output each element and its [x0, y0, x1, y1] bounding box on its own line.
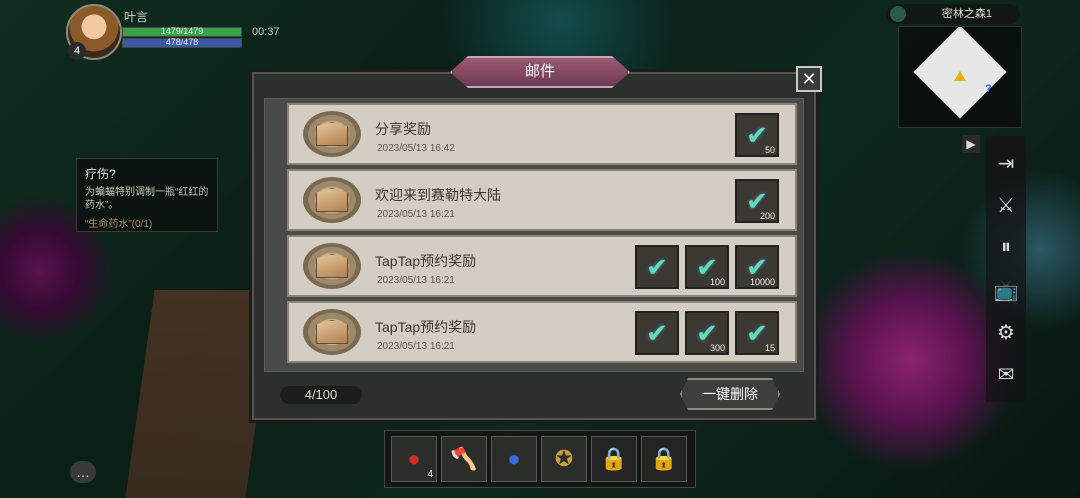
expand-arrow-icon[interactable]: ▶ — [962, 135, 980, 153]
reward-count: 10000 — [749, 277, 775, 287]
hotbar-slot-axe[interactable]: 🪓 — [441, 436, 487, 482]
reward-item[interactable]: ✔ 100 — [685, 245, 729, 289]
tv-icon[interactable]: 📺 — [993, 277, 1019, 303]
mail-title: TapTap预约奖励 — [375, 319, 477, 335]
mail-date: 2023/05/13 16:42 — [377, 143, 455, 154]
dialog-title: 邮件 — [450, 56, 630, 88]
hotbar-slot-mana-potion[interactable]: ● — [491, 436, 537, 482]
reward-count: 15 — [764, 343, 775, 353]
mail-item[interactable]: TapTap预约奖励 2023/05/13 16:21 ✔ ✔ 100 ✔ 10… — [287, 235, 797, 297]
mail-rewards: ✔ 200 — [735, 179, 779, 223]
quest-marker-icon: ? — [985, 83, 992, 95]
claimed-check-icon: ✔ — [646, 317, 668, 348]
mail-date: 2023/05/13 16:21 — [377, 275, 455, 286]
reward-count: 50 — [764, 145, 775, 155]
reward-item[interactable]: ✔ 300 — [685, 311, 729, 355]
mp-bar: 478/478 — [122, 37, 242, 48]
hotbar-slot-locked[interactable]: 🔒 — [591, 436, 637, 482]
mail-dialog: 分享奖励 2023/05/13 16:42 ✔ 50 欢迎来到赛勒特大陆 202… — [252, 72, 816, 420]
hotbar-slot-potion[interactable]: ● 4 — [391, 436, 437, 482]
hotbar-slot-compass[interactable]: ✪ — [541, 436, 587, 482]
blue-potion-icon: ● — [507, 446, 521, 471]
map-flag-icon — [890, 6, 906, 22]
map-name: 密林之森1 — [886, 4, 1020, 24]
pause-icon[interactable]: ⏸ — [993, 235, 1019, 261]
mp-text: 478/478 — [165, 37, 199, 47]
reward-item[interactable]: ✔ 200 — [735, 179, 779, 223]
mail-title: 欢迎来到赛勒特大陆 — [375, 187, 501, 203]
hotbar-slot-locked[interactable]: 🔒 — [641, 436, 687, 482]
mail-date: 2023/05/13 16:21 — [377, 341, 455, 352]
mail-list[interactable]: 分享奖励 2023/05/13 16:42 ✔ 50 欢迎来到赛勒特大陆 202… — [264, 98, 804, 372]
mail-rewards: ✔ 50 — [735, 113, 779, 157]
buff-timer: 00:37 — [252, 26, 280, 38]
mail-title: 分享奖励 — [375, 121, 431, 137]
delete-all-button[interactable]: 一键删除 — [680, 378, 780, 410]
compass-icon: ✪ — [554, 446, 574, 471]
chat-icon[interactable]: … — [70, 461, 96, 483]
crossed-swords-icon[interactable]: ⚔ — [993, 192, 1019, 218]
lock-icon: 🔒 — [600, 446, 628, 471]
slot-count: 4 — [427, 469, 433, 480]
map-name-text: 密林之森1 — [941, 8, 992, 20]
reward-item[interactable]: ✔ 15 — [735, 311, 779, 355]
envelope-icon — [303, 177, 361, 223]
reward-count: 100 — [709, 277, 725, 287]
mail-rewards: ✔ ✔ 100 ✔ 10000 — [635, 245, 779, 289]
reward-item[interactable]: ✔ 50 — [735, 113, 779, 157]
exit-icon[interactable]: ⇥ — [993, 150, 1019, 176]
reward-item[interactable]: ✔ — [635, 311, 679, 355]
player-arrow-icon — [954, 71, 966, 81]
gear-icon[interactable]: ⚙ — [993, 319, 1019, 345]
envelope-icon — [303, 309, 361, 355]
quest-title: 疗伤? — [85, 167, 116, 181]
right-toolbar: ⇥ ⚔ ⏸ 📺 ⚙ ✉ — [986, 136, 1026, 402]
player-name: 叶言 — [124, 10, 149, 24]
player-hud[interactable]: 4 叶言 1479/1479 478/478 00:37 — [66, 4, 296, 64]
minimap[interactable]: ? — [898, 26, 1022, 128]
mail-item[interactable]: TapTap预约奖励 2023/05/13 16:21 ✔ ✔ 300 ✔ 15 — [287, 301, 797, 363]
envelope-icon — [303, 111, 361, 157]
lock-icon: 🔒 — [650, 446, 678, 471]
hp-bar: 1479/1479 — [122, 26, 242, 37]
mail-item[interactable]: 欢迎来到赛勒特大陆 2023/05/13 16:21 ✔ 200 — [287, 169, 797, 231]
quest-tracker[interactable]: 疗伤? 为蝙蝠特别调制一瓶“红红的药水”。 “生命药水”(0/1) — [76, 158, 218, 232]
envelope-icon — [303, 243, 361, 289]
close-button[interactable]: ✕ — [796, 66, 822, 92]
quest-progress: “生命药水”(0/1) — [85, 219, 153, 230]
reward-count: 300 — [709, 343, 725, 353]
quest-description: 为蝙蝠特别调制一瓶“红红的药水”。 — [85, 187, 209, 211]
mail-title: TapTap预约奖励 — [375, 253, 477, 269]
hp-text: 1479/1479 — [160, 26, 204, 36]
player-level: 4 — [68, 42, 86, 60]
axe-icon: 🪓 — [450, 446, 478, 471]
reward-item[interactable]: ✔ 10000 — [735, 245, 779, 289]
red-potion-icon: ● — [407, 446, 421, 471]
mail-item[interactable]: 分享奖励 2023/05/13 16:42 ✔ 50 — [287, 103, 797, 165]
mail-count: 4/100 — [280, 386, 362, 404]
hotbar: ● 4 🪓 ● ✪ 🔒 🔒 — [384, 430, 696, 488]
mail-rewards: ✔ ✔ 300 ✔ 15 — [635, 311, 779, 355]
claimed-check-icon: ✔ — [646, 251, 668, 282]
mail-icon[interactable]: ✉ — [993, 362, 1019, 388]
reward-count: 200 — [759, 211, 775, 221]
reward-item[interactable]: ✔ — [635, 245, 679, 289]
mail-date: 2023/05/13 16:21 — [377, 209, 455, 220]
